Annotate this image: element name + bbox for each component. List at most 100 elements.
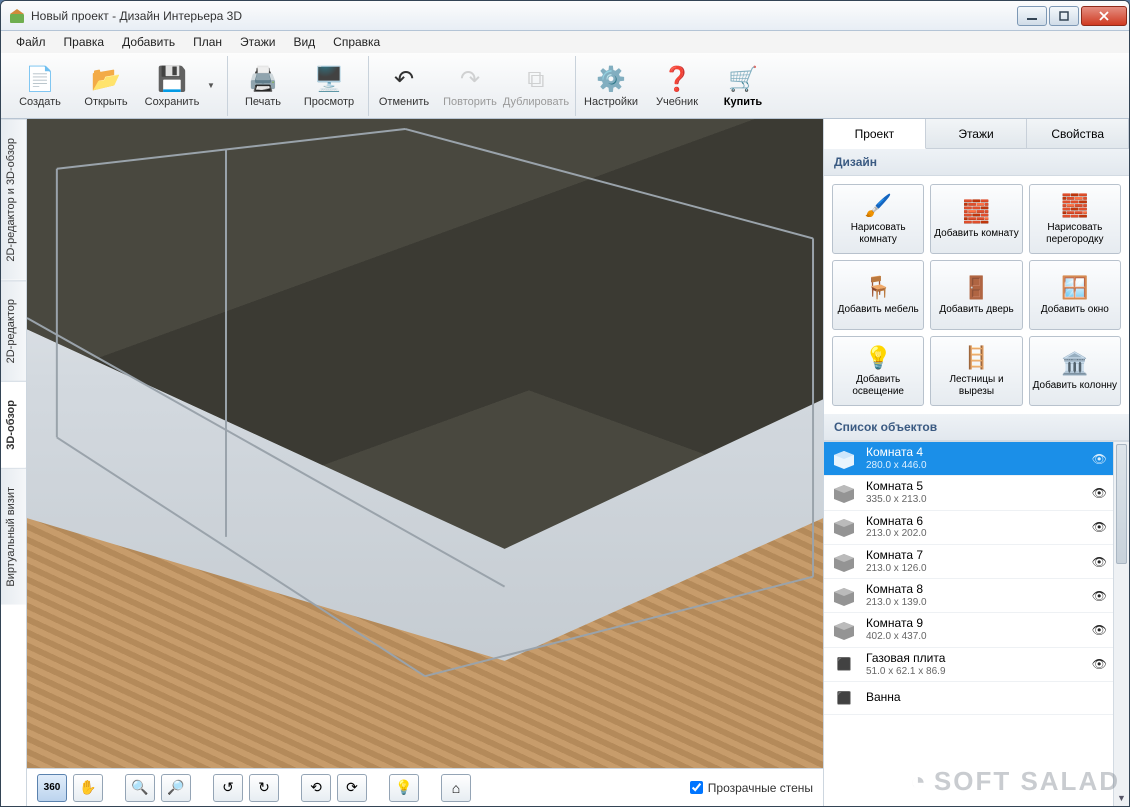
maximize-button[interactable] xyxy=(1049,6,1079,26)
visibility-eye-icon[interactable]: 👁 xyxy=(1092,520,1107,534)
tutorial-button[interactable]: ❓Учебник xyxy=(646,57,708,115)
object-item-1[interactable]: Комната 5335.0 x 213.0👁 xyxy=(824,476,1113,510)
zoom-out-icon: 🔍 xyxy=(131,779,148,796)
object-item-2[interactable]: Комната 6213.0 x 202.0👁 xyxy=(824,511,1113,545)
stairs-button[interactable]: 🪜Лестницы и вырезы xyxy=(930,336,1022,406)
toolbar: 📄Создать 📂Открыть 💾Сохранить ▼ 🖨️Печать … xyxy=(1,53,1129,119)
save-button[interactable]: 💾Сохранить xyxy=(141,57,203,115)
object-name: Комната 5 xyxy=(866,480,927,494)
zoom-out-button[interactable]: 🔍 xyxy=(125,774,155,802)
object-icon: ⬛ xyxy=(830,686,858,710)
menu-help[interactable]: Справка xyxy=(324,33,389,51)
undo-icon: ↶ xyxy=(388,64,420,96)
transparent-walls-check[interactable]: Прозрачные стены xyxy=(690,781,813,795)
buy-button[interactable]: 🛒Купить xyxy=(712,57,774,115)
object-icon xyxy=(830,515,858,539)
add-furniture-button[interactable]: 🪑Добавить мебель xyxy=(832,260,924,330)
draw-room-button[interactable]: 🖌️Нарисовать комнату xyxy=(832,184,924,254)
printer-icon: 🖨️ xyxy=(247,64,279,96)
right-tabs: Проект Этажи Свойства xyxy=(824,119,1129,149)
object-item-5[interactable]: Комната 9402.0 x 437.0👁 xyxy=(824,613,1113,647)
menu-edit[interactable]: Правка xyxy=(55,33,114,51)
rotate-cw-icon: ↻ xyxy=(258,779,270,796)
object-dimensions: 213.0 x 139.0 xyxy=(866,597,927,609)
add-window-button[interactable]: 🪟Добавить окно xyxy=(1029,260,1121,330)
scroll-down-icon[interactable]: ▼ xyxy=(1114,790,1129,806)
open-button[interactable]: 📂Открыть xyxy=(75,57,137,115)
draw-partition-button[interactable]: 🧱Нарисовать перегородку xyxy=(1029,184,1121,254)
object-dimensions: 51.0 x 62.1 x 86.9 xyxy=(866,666,946,678)
redo-icon: ↷ xyxy=(454,64,486,96)
visibility-eye-icon[interactable]: 👁 xyxy=(1092,555,1107,569)
3d-viewport[interactable] xyxy=(27,119,823,768)
zoom-in-button[interactable]: 🔎 xyxy=(161,774,191,802)
add-door-button[interactable]: 🚪Добавить дверь xyxy=(930,260,1022,330)
minimize-button[interactable] xyxy=(1017,6,1047,26)
folder-open-icon: 📂 xyxy=(90,64,122,96)
menu-floors[interactable]: Этажи xyxy=(231,33,284,51)
tab-project[interactable]: Проект xyxy=(824,119,926,149)
design-tools: 🖌️Нарисовать комнату 🧱Добавить комнату 🧱… xyxy=(824,176,1129,414)
create-button[interactable]: 📄Создать xyxy=(9,57,71,115)
tilt-right-icon: ⟳ xyxy=(346,779,358,796)
save-dropdown[interactable]: ▼ xyxy=(207,81,219,90)
object-item-0[interactable]: Комната 4280.0 x 446.0👁 xyxy=(824,442,1113,476)
visibility-eye-icon[interactable]: 👁 xyxy=(1092,589,1107,603)
menu-view[interactable]: Вид xyxy=(284,33,324,51)
duplicate-button[interactable]: ⧉Дублировать xyxy=(505,57,567,115)
object-dimensions: 213.0 x 202.0 xyxy=(866,528,927,540)
tilt-left-button[interactable]: ⟲ xyxy=(301,774,331,802)
vtab-virtual[interactable]: Виртуальный визит xyxy=(1,468,26,605)
light-icon: 💡 xyxy=(864,345,891,371)
visibility-eye-icon[interactable]: 👁 xyxy=(1092,657,1107,671)
vtab-2d-3d[interactable]: 2D-редактор и 3D-обзор xyxy=(1,119,26,280)
tab-floors[interactable]: Этажи xyxy=(926,119,1028,148)
menubar: Файл Правка Добавить План Этажи Вид Спра… xyxy=(1,31,1129,53)
light-toggle-button[interactable]: 💡 xyxy=(389,774,419,802)
visibility-eye-icon[interactable]: 👁 xyxy=(1092,623,1107,637)
vtab-2d[interactable]: 2D-редактор xyxy=(1,280,26,381)
home-icon: ⌂ xyxy=(452,780,460,796)
add-column-button[interactable]: 🏛️Добавить колонну xyxy=(1029,336,1121,406)
menu-file[interactable]: Файл xyxy=(7,33,55,51)
undo-button[interactable]: ↶Отменить xyxy=(373,57,435,115)
zoom-in-icon: 🔎 xyxy=(167,779,184,796)
rotate-ccw-icon: ↺ xyxy=(222,779,234,796)
visibility-eye-icon[interactable]: 👁 xyxy=(1092,452,1107,466)
rotate-360-button[interactable]: 360 xyxy=(37,774,67,802)
object-icon xyxy=(830,481,858,505)
object-item-3[interactable]: Комната 7213.0 x 126.0👁 xyxy=(824,545,1113,579)
tilt-right-button[interactable]: ⟳ xyxy=(337,774,367,802)
settings-button[interactable]: ⚙️Настройки xyxy=(580,57,642,115)
add-room-button[interactable]: 🧱Добавить комнату xyxy=(930,184,1022,254)
close-button[interactable] xyxy=(1081,6,1127,26)
wall-icon: 🧱 xyxy=(1061,193,1088,219)
tab-properties[interactable]: Свойства xyxy=(1027,119,1129,148)
object-item-7[interactable]: ⬛Ванна xyxy=(824,682,1113,715)
add-room-icon: 🧱 xyxy=(963,199,990,225)
object-item-6[interactable]: ⬛Газовая плита51.0 x 62.1 x 86.9👁 xyxy=(824,648,1113,682)
redo-button[interactable]: ↷Повторить xyxy=(439,57,501,115)
object-item-4[interactable]: Комната 8213.0 x 139.0👁 xyxy=(824,579,1113,613)
visibility-eye-icon[interactable]: 👁 xyxy=(1092,486,1107,500)
duplicate-icon: ⧉ xyxy=(520,64,552,96)
add-light-button[interactable]: 💡Добавить освещение xyxy=(832,336,924,406)
menu-add[interactable]: Добавить xyxy=(113,33,184,51)
tilt-left-icon: ⟲ xyxy=(310,779,322,796)
objects-header: Список объектов xyxy=(824,414,1129,441)
preview-button[interactable]: 🖥️Просмотр xyxy=(298,57,360,115)
object-list-scrollbar[interactable]: ▲ ▼ xyxy=(1113,442,1129,806)
home-view-button[interactable]: ⌂ xyxy=(441,774,471,802)
viewport-controls: 360 ✋ 🔍 🔎 ↺ ↻ ⟲ ⟳ 💡 ⌂ Прозрачные стены xyxy=(27,768,823,806)
rotate-ccw-button[interactable]: ↺ xyxy=(213,774,243,802)
object-icon: ⬛ xyxy=(830,652,858,676)
pan-button[interactable]: ✋ xyxy=(73,774,103,802)
new-file-icon: 📄 xyxy=(24,64,56,96)
vtab-3d[interactable]: 3D-обзор xyxy=(1,381,26,468)
menu-plan[interactable]: План xyxy=(184,33,231,51)
scroll-thumb[interactable] xyxy=(1116,444,1127,564)
main-area: 2D-редактор и 3D-обзор 2D-редактор 3D-об… xyxy=(1,119,1129,806)
rotate-cw-button[interactable]: ↻ xyxy=(249,774,279,802)
transparent-walls-checkbox[interactable] xyxy=(690,781,703,794)
print-button[interactable]: 🖨️Печать xyxy=(232,57,294,115)
